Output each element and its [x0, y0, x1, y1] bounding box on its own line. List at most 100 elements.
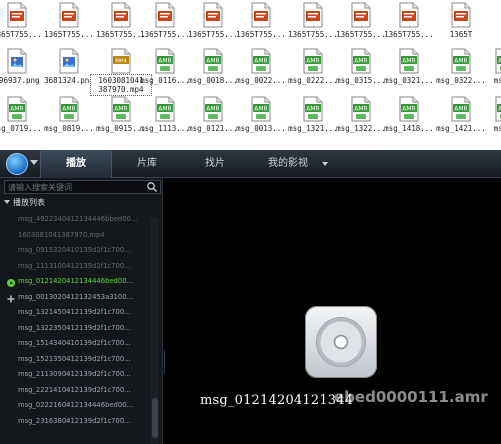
tab-library[interactable]: 片库 — [120, 150, 174, 178]
file-item[interactable]: AMR msg_0915... — [96, 96, 146, 144]
file-item[interactable]: 3681324.png — [44, 48, 94, 96]
playlist-header-label: 播放列表 — [13, 198, 45, 207]
playlist-item[interactable]: msg_0121420412134446bed00... — [0, 274, 150, 290]
amr-file-icon: AMR — [110, 96, 132, 122]
playlist-item[interactable]: msg_1521350412139d2f1c700... — [0, 352, 150, 368]
tab-find-video[interactable]: 找片 — [190, 150, 240, 178]
amr-file-icon: AMR — [58, 96, 80, 122]
file-item[interactable]: 496937.png — [0, 48, 42, 96]
file-item[interactable]: 1365T755... — [188, 2, 238, 50]
svg-text:AMR: AMR — [254, 106, 267, 113]
svg-text:AMR: AMR — [306, 106, 319, 113]
add-icon[interactable] — [7, 294, 15, 302]
file-item[interactable]: 1365T755... — [96, 2, 146, 50]
playlist: msg_4922340412134446bbed00... 16030810413… — [0, 212, 150, 444]
document-file-icon — [250, 2, 272, 28]
playlist-item-name: msg_1113100412139d2f1c700... — [18, 261, 131, 270]
file-item[interactable]: AMR msg_0315... — [336, 48, 386, 96]
file-item[interactable]: 1365T755... — [236, 2, 286, 50]
svg-text:AMR: AMR — [114, 106, 127, 113]
file-item[interactable]: AMR msg_0121... — [188, 96, 238, 144]
file-item[interactable]: 1365T755... — [384, 2, 434, 50]
playlist-header[interactable]: 播放列表 — [4, 197, 45, 208]
file-item[interactable]: AMRmsg_0719... — [0, 96, 42, 144]
playlist-item[interactable]: 1603081041387970.mp4 — [0, 228, 150, 244]
amr-file-icon: AMR — [494, 48, 501, 74]
tab-play[interactable]: 播放 — [40, 150, 112, 178]
playlist-item-name: msg_2113090412139d2f1c700... — [18, 370, 131, 378]
search-icon[interactable] — [146, 181, 158, 193]
svg-text:AMR: AMR — [206, 106, 219, 113]
amr-file-icon: AMR — [154, 48, 176, 74]
file-item[interactable]: AMR msg_1322... — [336, 96, 386, 144]
file-item[interactable]: AMR msg_1418... — [384, 96, 434, 144]
file-item[interactable]: 1365T755... — [44, 2, 94, 50]
file-item[interactable]: AMR msg_0022... — [236, 48, 286, 96]
player-top-bar: 播放 片库 找片 我的影视 — [0, 150, 501, 178]
file-item[interactable]: AMR msg_0 — [480, 48, 501, 96]
amr-file-icon: AMR — [450, 96, 472, 122]
collapse-arrow-icon[interactable] — [4, 200, 10, 204]
playlist-item[interactable]: msg_1113100412139d2f1c700... — [0, 259, 150, 275]
svg-text:AMR: AMR — [402, 106, 415, 113]
playlist-panel: 请输入搜索关键词 播放列表 msg_4922340412134446bbed00… — [0, 178, 163, 444]
file-item[interactable]: AMR msg_1 — [480, 96, 501, 144]
file-name: 1365T — [449, 30, 473, 39]
amr-file-icon: AMR — [494, 96, 501, 122]
amr-file-icon: AMR — [154, 96, 176, 122]
file-item[interactable]: 1365T — [436, 2, 486, 50]
scrollbar-thumb[interactable] — [152, 398, 158, 438]
app-logo-icon[interactable] — [6, 153, 28, 175]
amr-file-icon: AMR — [302, 96, 324, 122]
playlist-item[interactable]: msg_0222160412134446bed00... — [0, 398, 150, 414]
menu-caret-icon[interactable] — [30, 160, 38, 165]
document-file-icon — [6, 2, 28, 28]
file-item[interactable]: AMR msg_0116... — [140, 48, 190, 96]
playlist-item-name: 1603081041387970.mp4 — [18, 230, 105, 239]
amr-file-icon: AMR — [6, 96, 28, 122]
playlist-item[interactable]: msg_2316380412139d2f1c700... — [0, 414, 150, 430]
playlist-item[interactable]: msg_2221410412139d2f1c700... — [0, 383, 150, 399]
playlist-item[interactable]: msg_1514340410139d2f1c700... — [0, 336, 150, 352]
watermark-text: ebed0000111.amr — [334, 388, 488, 406]
file-item[interactable]: AMR msg_0013... — [236, 96, 286, 144]
tab-my-videos[interactable]: 我的影视 — [248, 150, 328, 178]
amr-file-icon: AMR — [350, 96, 372, 122]
playlist-item[interactable]: msg_1321450412139d2f1c700... — [0, 305, 150, 321]
file-item[interactable]: AMR msg_1421... — [436, 96, 486, 144]
playlist-scrollbar[interactable] — [151, 218, 159, 444]
playlist-item-name: msg_2221410412139d2f1c700... — [18, 385, 131, 394]
playlist-item-name: msg_2316380412139d2f1c700... — [18, 416, 131, 425]
file-name: msg_0 — [493, 76, 501, 85]
audio-disc-icon — [305, 306, 377, 378]
amr-file-icon: AMR — [398, 96, 420, 122]
file-item[interactable]: AMR msg_0819... — [44, 96, 94, 144]
amr-file-icon: AMR — [450, 48, 472, 74]
file-item[interactable]: MP4 1603081041 387970.mp4 — [90, 48, 152, 96]
file-item[interactable]: AMR msg_0322... — [436, 48, 486, 96]
file-item[interactable]: AMR msg_1113... — [140, 96, 190, 144]
file-item[interactable]: 1365T755... — [0, 2, 42, 50]
file-item[interactable]: AMR msg_0321... — [384, 48, 434, 96]
amr-file-icon: AMR — [398, 48, 420, 74]
chevron-down-icon[interactable] — [322, 162, 328, 166]
amr-file-icon: AMR — [302, 48, 324, 74]
playlist-item[interactable]: msg_2113090412139d2f1c700... — [0, 367, 150, 383]
playlist-item[interactable]: msg_0013020412132453a3100... — [0, 290, 150, 306]
svg-text:AMR: AMR — [158, 106, 171, 113]
playlist-item[interactable]: msg_0915320410139d2f1c700... — [0, 243, 150, 259]
file-item[interactable]: 1365T755... — [288, 2, 338, 50]
svg-text:AMR: AMR — [454, 106, 467, 113]
playlist-item-name: msg_4922340412134446bbed00... — [18, 215, 138, 223]
file-item[interactable]: AMR msg_0018... — [188, 48, 238, 96]
playlist-item[interactable]: msg_4922340412134446bbed00... — [0, 212, 150, 228]
playlist-item[interactable]: msg_1322350412139d2f1c700... — [0, 321, 150, 337]
svg-text:MP4: MP4 — [115, 59, 127, 65]
svg-text:AMR: AMR — [62, 106, 75, 113]
file-item[interactable]: AMR msg_0222... — [288, 48, 338, 96]
file-item[interactable]: 1365T755... — [336, 2, 386, 50]
amr-file-icon: AMR — [202, 48, 224, 74]
file-item[interactable]: 1365T755... — [140, 2, 190, 50]
search-input[interactable]: 请输入搜索关键词 — [4, 180, 161, 194]
file-item[interactable]: AMR msg_1321... — [288, 96, 338, 144]
